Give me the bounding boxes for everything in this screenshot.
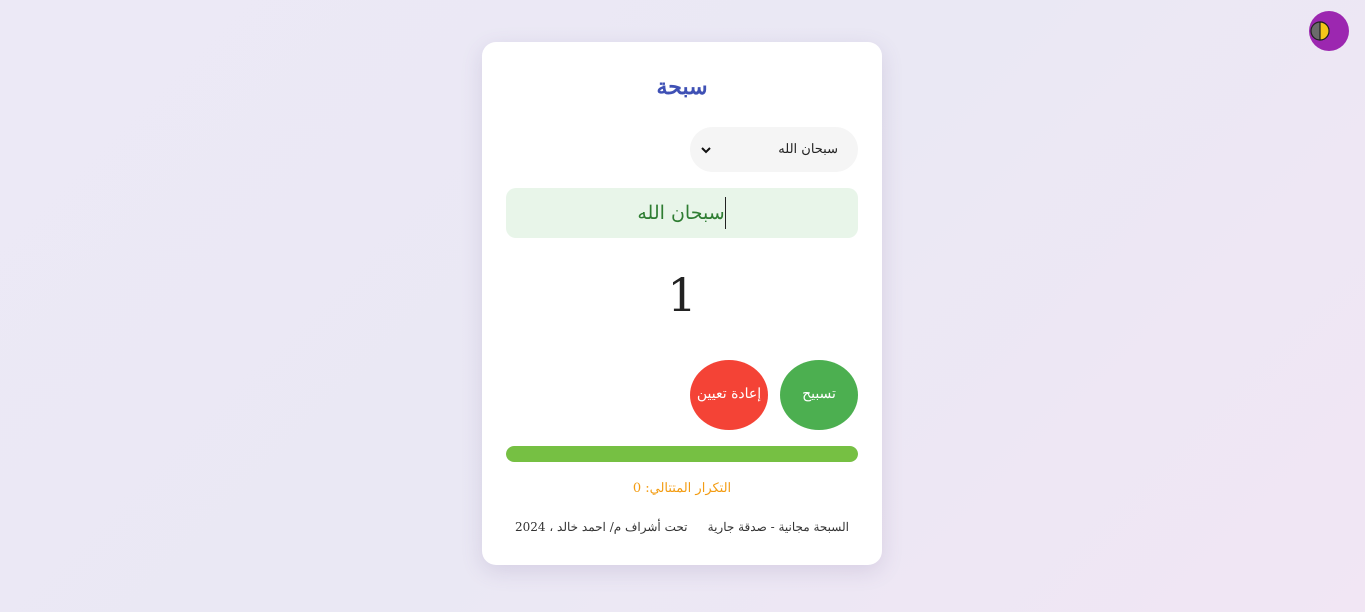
page-title: سبحة [656,74,708,100]
progress-bar [506,446,858,462]
dhikr-select[interactable]: سبحان الله [690,127,858,172]
half-moon-icon [1310,21,1330,41]
current-dhikr-text: سبحان الله [637,202,725,224]
tasbeeh-card: سبحة سبحان الله سبحان الله 1 تسبيح إعادة… [482,42,882,565]
current-dhikr-display: سبحان الله [506,188,858,238]
reset-button[interactable]: إعادة تعيين [690,360,768,430]
footer-right-text: تحت أشراف م/ احمد خالد ، 2024 [515,520,688,534]
footer: السبحة مجانية - صدقة جارية تحت أشراف م/ … [506,520,858,534]
text-caret [724,197,726,229]
theme-toggle-button[interactable] [1309,11,1349,51]
counter-value: 1 [667,268,697,322]
footer-left-text: السبحة مجانية - صدقة جارية [707,520,849,534]
chevron-down-icon [701,146,711,153]
count-button[interactable]: تسبيح [780,360,858,430]
next-repeat-text: التكرار المتتالي: 0 [632,481,732,496]
dhikr-select-value: سبحان الله [778,142,838,157]
progress-fill [506,446,858,462]
